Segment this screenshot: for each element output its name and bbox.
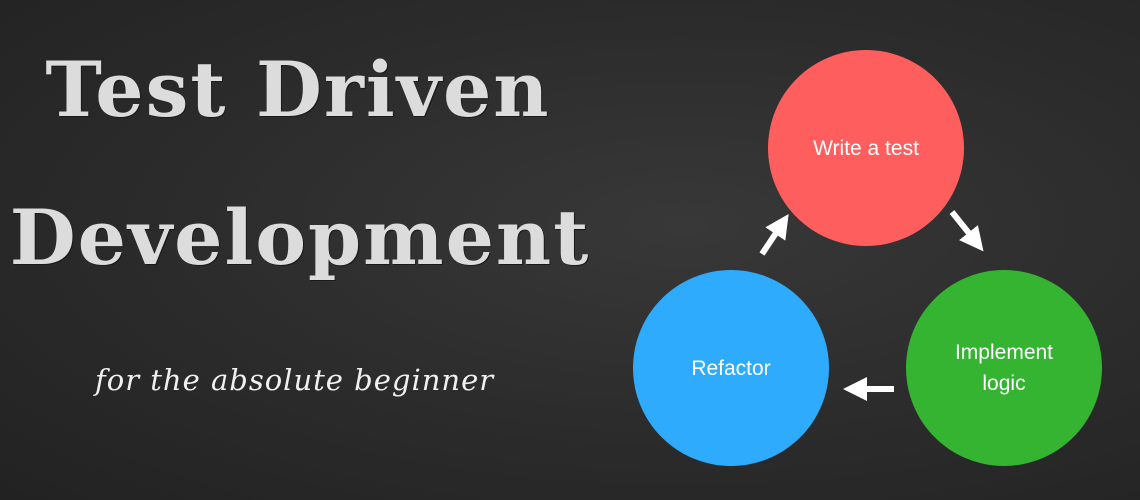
arrow-refactor-to-write xyxy=(759,214,789,256)
arrow-write-to-implement xyxy=(949,210,984,252)
cycle-arrows xyxy=(759,210,984,401)
